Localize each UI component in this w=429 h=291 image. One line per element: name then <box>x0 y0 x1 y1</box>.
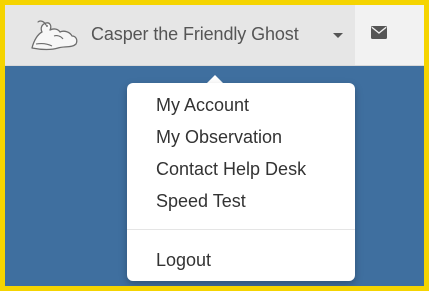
user-menu-toggle[interactable]: Casper the Friendly Ghost <box>5 5 355 65</box>
menu-item-contact-help-desk[interactable]: Contact Help Desk <box>127 156 355 182</box>
menu-item-speed-test[interactable]: Speed Test <box>127 188 355 214</box>
app-frame: Casper the Friendly Ghost My Account My … <box>5 5 424 286</box>
user-name: Casper the Friendly Ghost <box>91 24 299 44</box>
caret-down-icon <box>333 33 343 38</box>
menu-item-my-account[interactable]: My Account <box>127 92 355 118</box>
user-dropdown-menu: My Account My Observation Contact Help D… <box>127 83 355 281</box>
menu-divider <box>127 229 355 230</box>
menu-item-logout[interactable]: Logout <box>127 247 355 273</box>
menu-item-my-observation[interactable]: My Observation <box>127 124 355 150</box>
dropdown-arrow <box>207 75 223 83</box>
ghost-icon <box>28 18 80 52</box>
envelope-icon <box>371 26 387 39</box>
top-navbar: Casper the Friendly Ghost <box>5 5 424 66</box>
messages-button[interactable] <box>355 5 424 65</box>
